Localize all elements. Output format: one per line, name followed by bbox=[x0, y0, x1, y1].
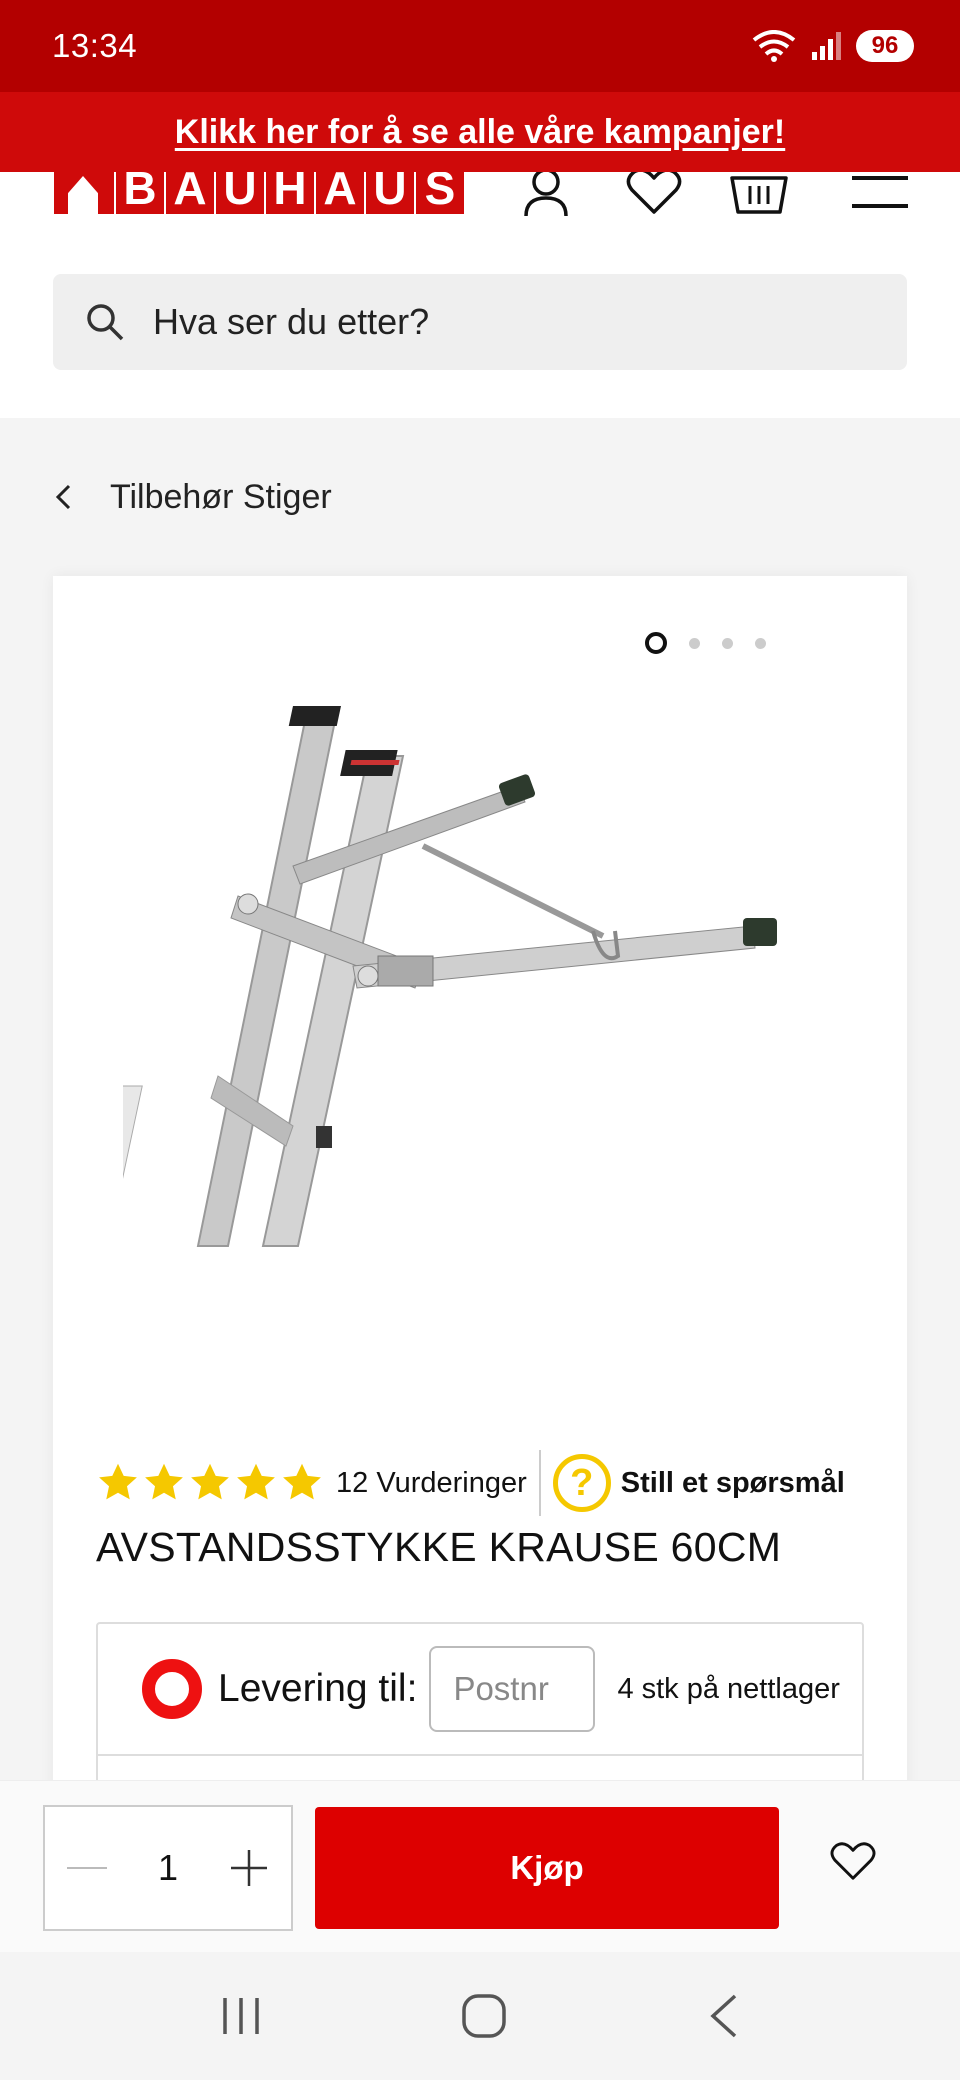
rating-row: 12 Vurderinger ? Still et spørsmål bbox=[96, 1450, 845, 1516]
delivery-row: Levering til: Postnr 4 stk på nettlager bbox=[98, 1624, 862, 1756]
increment-button[interactable] bbox=[229, 1848, 269, 1888]
rating-stars[interactable] bbox=[96, 1461, 324, 1505]
wifi-icon bbox=[752, 30, 796, 62]
logo-house-icon bbox=[54, 172, 114, 214]
search-bar[interactable]: Hva ser du etter? bbox=[53, 274, 907, 370]
gallery-dot-active[interactable] bbox=[645, 632, 667, 654]
star-icon bbox=[99, 1463, 137, 1500]
delivery-radio-icon[interactable] bbox=[142, 1659, 202, 1719]
home-icon[interactable] bbox=[460, 1992, 508, 2040]
logo-letter: U bbox=[216, 172, 264, 214]
product-card: 12 Vurderinger ? Still et spørsmål AVSTA… bbox=[53, 576, 907, 1822]
star-icon bbox=[191, 1463, 229, 1500]
review-count[interactable]: 12 Vurderinger bbox=[336, 1467, 527, 1500]
product-image[interactable] bbox=[123, 706, 843, 1266]
system-nav-bar bbox=[0, 1952, 960, 2080]
menu-icon[interactable] bbox=[852, 172, 908, 212]
site-header: B A U H A U S Hva ser du etter? bbox=[0, 172, 960, 418]
promo-banner[interactable]: Klikk her for å se alle våre kampanjer! bbox=[0, 92, 960, 172]
logo-letter: U bbox=[366, 172, 414, 214]
search-input[interactable]: Hva ser du etter? bbox=[153, 301, 429, 343]
breadcrumb[interactable]: Tilbehør Stiger bbox=[0, 418, 960, 576]
user-icon[interactable] bbox=[522, 172, 570, 218]
decrement-button[interactable] bbox=[67, 1867, 107, 1869]
bauhaus-logo[interactable]: B A U H A U S bbox=[54, 172, 466, 214]
back-icon[interactable] bbox=[705, 1992, 741, 2040]
signal-icon bbox=[812, 32, 841, 60]
stock-status: 4 stk på nettlager bbox=[617, 1672, 840, 1705]
gallery-dot[interactable] bbox=[689, 637, 700, 649]
delivery-label: Levering til: bbox=[218, 1667, 418, 1710]
heart-icon[interactable] bbox=[626, 172, 682, 214]
clock: 13:34 bbox=[52, 27, 138, 64]
favorite-heart-icon[interactable] bbox=[830, 1841, 876, 1881]
logo-letter: A bbox=[316, 172, 364, 214]
gallery-pagination bbox=[645, 632, 766, 654]
product-title: AVSTANDSSTYKKE KRAUSE 60CM bbox=[96, 1524, 782, 1570]
recent-apps-icon[interactable] bbox=[219, 1994, 263, 2038]
logo-letter: S bbox=[416, 172, 464, 214]
buy-bar: 1 Kjøp bbox=[0, 1780, 960, 1952]
gallery-dot[interactable] bbox=[722, 637, 733, 649]
search-icon bbox=[87, 304, 124, 341]
gallery-dot[interactable] bbox=[755, 637, 766, 649]
status-bar: 13:34 96 bbox=[0, 0, 960, 92]
logo-letter: B bbox=[116, 172, 164, 214]
buy-button[interactable]: Kjøp bbox=[315, 1807, 779, 1929]
star-icon bbox=[145, 1463, 183, 1500]
quantity-stepper[interactable]: 1 bbox=[43, 1805, 293, 1931]
question-icon[interactable]: ? bbox=[552, 1454, 611, 1512]
divider bbox=[538, 1450, 541, 1516]
battery-badge: 96 bbox=[856, 30, 914, 62]
breadcrumb-label[interactable]: Tilbehør Stiger bbox=[110, 478, 332, 517]
star-icon bbox=[237, 1463, 275, 1500]
promo-link[interactable]: Klikk her for å se alle våre kampanjer! bbox=[175, 113, 785, 152]
star-icon bbox=[283, 1463, 321, 1500]
logo-letter: H bbox=[266, 172, 314, 214]
basket-icon[interactable] bbox=[730, 172, 788, 214]
ask-question-link[interactable]: Still et spørsmål bbox=[621, 1467, 845, 1500]
quantity-value[interactable]: 1 bbox=[158, 1847, 178, 1889]
status-icons: 96 bbox=[752, 30, 914, 62]
chevron-left-icon[interactable] bbox=[54, 482, 72, 512]
postnr-input[interactable]: Postnr bbox=[429, 1646, 596, 1732]
logo-letter: A bbox=[166, 172, 214, 214]
